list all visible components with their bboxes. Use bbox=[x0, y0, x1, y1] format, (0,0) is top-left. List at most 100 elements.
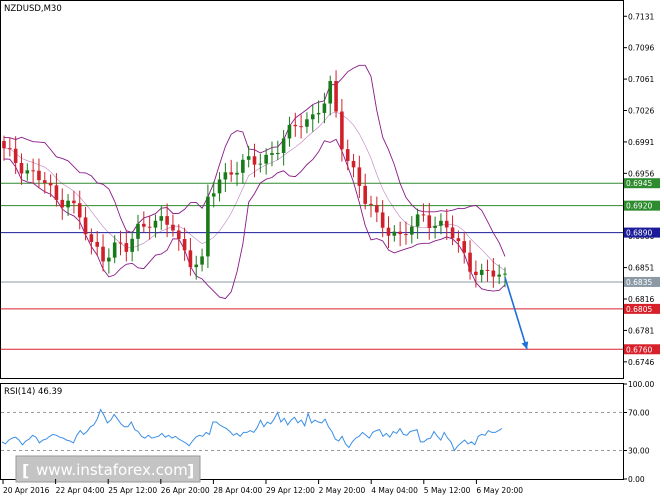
candle-body bbox=[264, 154, 268, 164]
candle-body bbox=[328, 81, 333, 104]
price-tick-label: 0.6851 bbox=[628, 264, 654, 273]
level-tag-label: 0.6945 bbox=[626, 179, 652, 188]
candle-body bbox=[176, 230, 181, 240]
level-tag-label: 0.6760 bbox=[626, 345, 652, 354]
candle-body bbox=[491, 270, 496, 277]
time-tick-label: 29 Apr 12:00 bbox=[266, 486, 315, 495]
rsi-tick-label: 70.00 bbox=[628, 409, 650, 418]
time-tick-label: 26 Apr 20:00 bbox=[161, 486, 210, 495]
svg-text:[: [ bbox=[22, 461, 29, 480]
candle-body bbox=[48, 182, 53, 186]
rsi-title: RSI(14) 46.39 bbox=[4, 387, 62, 397]
watermark: [ www.instaforex.com ] bbox=[15, 455, 201, 483]
candle-body bbox=[305, 119, 309, 127]
candle-body bbox=[363, 185, 367, 204]
candle-body bbox=[340, 111, 344, 150]
candle-body bbox=[211, 193, 216, 197]
candle-body bbox=[25, 170, 30, 174]
candle-body bbox=[194, 264, 199, 268]
candle-body bbox=[54, 185, 59, 200]
candle-body bbox=[409, 226, 414, 235]
candle-body bbox=[165, 216, 169, 225]
candle-body bbox=[427, 215, 432, 228]
candle-body bbox=[252, 156, 257, 165]
price-tick-label: 0.6816 bbox=[628, 295, 654, 304]
rsi-axis: 100.00 70.00 30.00 0.00 bbox=[623, 380, 654, 484]
candle-body bbox=[107, 257, 111, 262]
chart-svg: 0.71310.70960.70610.70260.69910.69560.69… bbox=[0, 0, 660, 495]
candle-body bbox=[433, 225, 437, 228]
price-tick-label: 0.6746 bbox=[628, 358, 654, 367]
candle-body bbox=[83, 217, 88, 235]
price-chart-title: NZDUSD,M30 bbox=[4, 4, 62, 14]
candle-body bbox=[380, 212, 385, 228]
rsi-tick-label: 100.00 bbox=[628, 380, 654, 389]
price-tick-label: 0.7096 bbox=[628, 44, 654, 53]
candle-body bbox=[2, 141, 6, 149]
candle-body bbox=[153, 220, 158, 228]
rsi-tick-label: 30.00 bbox=[628, 447, 650, 456]
candle-body bbox=[450, 227, 455, 239]
candle-body bbox=[485, 269, 490, 271]
candle-body bbox=[77, 203, 82, 218]
price-pane bbox=[0, 0, 624, 379]
candle-body bbox=[246, 156, 251, 160]
time-tick-label: 5 May 12:00 bbox=[424, 486, 471, 495]
candle-body bbox=[386, 227, 391, 236]
candle-body bbox=[118, 242, 123, 244]
candle-body bbox=[415, 214, 420, 227]
level-tag-label: 0.6890 bbox=[626, 229, 652, 238]
candle-body bbox=[42, 180, 47, 183]
price-tick-label: 0.7131 bbox=[628, 12, 654, 21]
candle-body bbox=[13, 148, 18, 163]
candle-body bbox=[206, 196, 210, 257]
candle-body bbox=[392, 231, 397, 236]
candle-body bbox=[223, 172, 228, 180]
candle-body bbox=[217, 179, 222, 194]
watermark-text: www.instaforex.com bbox=[36, 461, 188, 479]
candle-body bbox=[503, 273, 507, 275]
price-tick-label: 0.7026 bbox=[628, 107, 654, 116]
candle-body bbox=[112, 242, 117, 258]
level-tag-label: 0.6805 bbox=[626, 305, 652, 314]
candle-body bbox=[456, 238, 461, 242]
candle-body bbox=[439, 220, 443, 226]
candle-body bbox=[72, 200, 76, 204]
candle-body bbox=[130, 238, 134, 252]
candle-body bbox=[276, 152, 280, 154]
candle-body bbox=[95, 241, 100, 247]
candle-body bbox=[287, 124, 292, 139]
candle-body bbox=[136, 223, 140, 239]
candle-body bbox=[147, 226, 152, 228]
candle-body bbox=[182, 239, 187, 251]
candle-body bbox=[293, 124, 298, 127]
candle-body bbox=[299, 126, 303, 128]
candle-body bbox=[66, 200, 70, 208]
candle-body bbox=[404, 234, 408, 236]
candle-body bbox=[31, 170, 35, 172]
candle-body bbox=[188, 250, 193, 268]
price-tick-label: 0.6956 bbox=[628, 169, 654, 178]
candle-body bbox=[468, 252, 472, 272]
time-tick-label: 4 May 04:00 bbox=[371, 486, 418, 495]
candle-body bbox=[258, 163, 263, 165]
candle-body bbox=[241, 159, 245, 173]
candle-body bbox=[462, 241, 467, 253]
candle-body bbox=[334, 81, 338, 112]
price-tick-label: 0.6991 bbox=[628, 138, 654, 147]
time-tick-label: 22 Apr 04:00 bbox=[56, 486, 105, 495]
time-tick-label: 2 May 20:00 bbox=[319, 486, 366, 495]
candle-body bbox=[357, 167, 362, 186]
level-tag-label: 0.6920 bbox=[626, 202, 652, 211]
rsi-tick-label: 0.00 bbox=[628, 475, 645, 484]
candle-body bbox=[101, 246, 105, 262]
candle-body bbox=[479, 269, 484, 275]
candle-body bbox=[316, 112, 321, 115]
candle-body bbox=[142, 223, 146, 227]
candle-body bbox=[398, 231, 402, 235]
candle-body bbox=[497, 274, 501, 277]
candle-body bbox=[200, 256, 204, 265]
candle-body bbox=[37, 170, 41, 181]
candle-body bbox=[322, 103, 327, 113]
candle-body bbox=[474, 271, 478, 275]
